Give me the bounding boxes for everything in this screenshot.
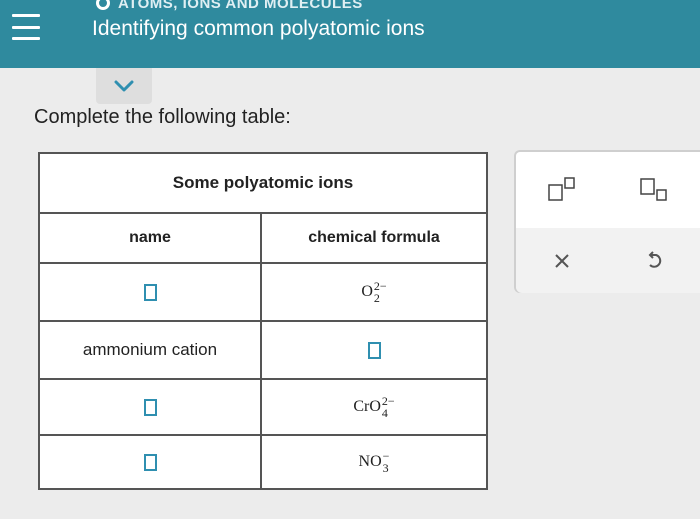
instruction-text: Complete the following table: [34, 106, 291, 128]
name-input[interactable] [143, 453, 157, 471]
expand-toggle-button[interactable] [96, 68, 152, 104]
name-input[interactable] [143, 398, 157, 416]
breadcrumb-text: ATOMS, IONS AND MOLECULES [118, 0, 363, 12]
subscript-icon [640, 178, 667, 201]
superscript-button[interactable] [542, 170, 582, 210]
ion-name: ammonium cation [82, 340, 218, 359]
chemical-formula: CrO 2− 4 [353, 394, 395, 420]
table-caption: Some polyatomic ions [40, 154, 486, 214]
column-header-formula: chemical formula [308, 229, 440, 246]
close-icon [555, 253, 569, 268]
undo-icon [648, 250, 662, 268]
clear-button[interactable] [542, 241, 582, 281]
table-header-row: name chemical formula [40, 214, 486, 264]
math-tool-palette [514, 150, 700, 293]
undo-button[interactable] [634, 241, 674, 281]
chemical-formula: NO − 3 [358, 449, 390, 475]
polyatomic-ions-table: Some polyatomic ions name chemical formu… [38, 152, 488, 490]
menu-icon[interactable] [12, 14, 40, 40]
progress-circle-icon [96, 0, 110, 10]
table-row: ammonium cation [40, 322, 486, 380]
subscript-button[interactable] [634, 170, 674, 210]
page-title: Identifying common polyatomic ions [92, 17, 425, 40]
name-input[interactable] [143, 283, 157, 301]
chevron-down-icon [114, 80, 134, 92]
formula-input[interactable] [367, 341, 381, 359]
chemical-formula: O 2− 2 [361, 279, 387, 305]
table-row: CrO 2− 4 [40, 380, 486, 436]
table-row: O 2− 2 [40, 264, 486, 322]
breadcrumb: ATOMS, IONS AND MOLECULES [96, 0, 363, 12]
column-header-name: name [129, 229, 171, 246]
superscript-icon [548, 177, 575, 201]
header-bar: ATOMS, IONS AND MOLECULES Identifying co… [0, 0, 700, 68]
table-row: NO − 3 [40, 436, 486, 488]
